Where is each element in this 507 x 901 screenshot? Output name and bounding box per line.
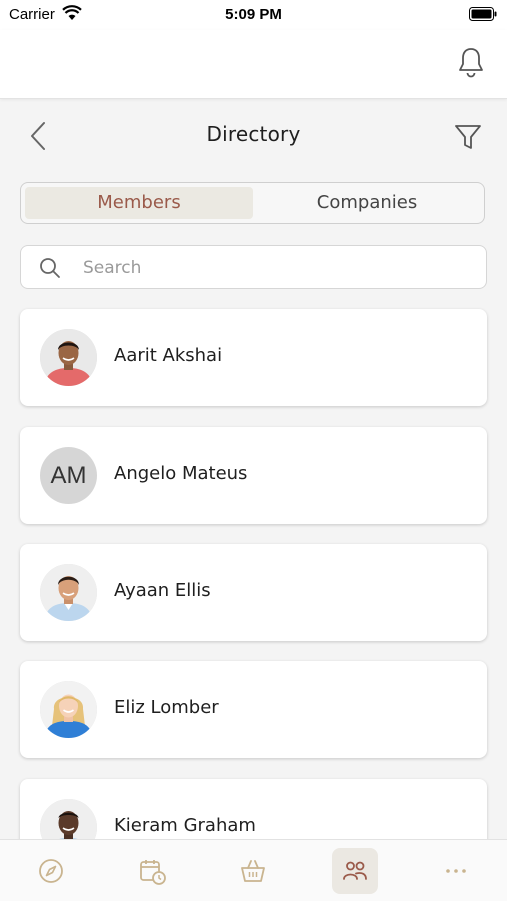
basket-icon [241, 860, 265, 882]
navigation-bar: Directory [0, 100, 507, 170]
member-avatar-initials: AM [40, 447, 97, 504]
more-dots-icon [446, 869, 466, 873]
app-header [0, 30, 507, 99]
status-time: 5:09 PM [225, 6, 282, 23]
people-icon [343, 861, 367, 880]
member-avatar [40, 681, 97, 738]
bottom-tab-bar [0, 839, 507, 901]
member-card[interactable]: Aarit Akshai [20, 309, 487, 406]
tab-members[interactable]: Members [25, 187, 253, 219]
search-input[interactable] [81, 246, 475, 290]
compass-icon [39, 859, 63, 883]
notifications-bell-icon[interactable] [457, 46, 485, 78]
member-card[interactable]: Eliz Lomber [20, 661, 487, 758]
tab-calendar[interactable] [129, 848, 175, 894]
battery-icon [469, 7, 497, 21]
status-bar: Carrier 5:09 PM [0, 0, 507, 30]
member-avatar [40, 564, 97, 621]
calendar-clock-icon [140, 860, 166, 885]
member-name: Aarit Akshai [114, 345, 223, 366]
tab-more[interactable] [433, 848, 479, 894]
tab-directory[interactable] [332, 848, 378, 894]
member-card[interactable]: AM Angelo Mateus [20, 427, 487, 524]
member-card[interactable]: Ayaan Ellis [20, 544, 487, 641]
search-bar [20, 245, 487, 290]
member-name: Angelo Mateus [114, 463, 248, 484]
member-name: Kieram Graham [114, 815, 256, 836]
filter-icon[interactable] [453, 122, 483, 152]
tab-companies[interactable]: Companies [253, 187, 481, 219]
search-icon [40, 258, 60, 278]
member-name: Eliz Lomber [114, 697, 219, 718]
member-avatar [40, 329, 97, 386]
tab-shop[interactable] [230, 848, 276, 894]
members-companies-toggle: Members Companies [20, 182, 485, 224]
page-title: Directory [206, 122, 301, 146]
tab-explore[interactable] [28, 848, 74, 894]
member-name: Ayaan Ellis [114, 580, 211, 601]
